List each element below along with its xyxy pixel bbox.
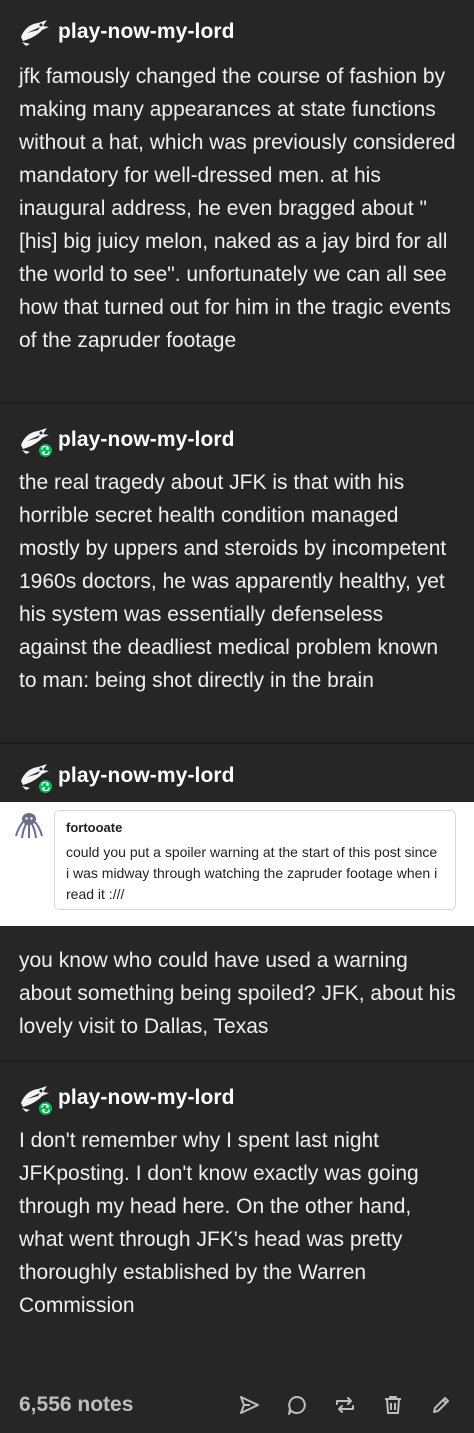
ask-bubble: fortooate could you put a spoiler warnin… <box>54 810 456 910</box>
delete-icon[interactable] <box>378 1390 408 1420</box>
asker-name[interactable]: fortooate <box>66 819 444 837</box>
username[interactable]: play-now-my-lord <box>58 1086 235 1110</box>
octopus-avatar-icon <box>14 810 44 840</box>
reblog-badge-icon <box>37 1100 54 1117</box>
post-1: play-now-my-lord jfk famously changed th… <box>0 0 474 402</box>
post-header: play-now-my-lord <box>0 424 474 459</box>
post-header: play-now-my-lord <box>0 16 474 48</box>
notes-count[interactable]: 6,556 notes <box>19 1393 234 1417</box>
reply-icon[interactable] <box>282 1390 312 1420</box>
reblog-badge-icon <box>37 778 54 795</box>
post-header: play-now-my-lord <box>0 760 474 795</box>
avatar[interactable] <box>18 761 54 795</box>
ask-question: could you put a spoiler warning at the s… <box>66 844 438 902</box>
username[interactable]: play-now-my-lord <box>58 764 235 788</box>
ask-box: fortooate could you put a spoiler warnin… <box>0 802 474 926</box>
send-icon[interactable] <box>234 1390 264 1420</box>
username[interactable]: play-now-my-lord <box>58 20 235 44</box>
post-header: play-now-my-lord <box>0 1082 474 1117</box>
post-text: jfk famously changed the course of fashi… <box>19 65 456 352</box>
bird-avatar-icon <box>18 17 52 47</box>
avatar[interactable] <box>18 425 54 459</box>
post-text: I don't remember why I spent last night … <box>19 1129 419 1317</box>
post-text: the real tragedy about JFK is that with … <box>19 471 447 692</box>
post-text: you know who could have used a warning a… <box>19 949 456 1038</box>
post-4: play-now-my-lord I don't remember why I … <box>0 1062 474 1377</box>
asker-avatar[interactable] <box>14 810 44 840</box>
username[interactable]: play-now-my-lord <box>58 428 235 452</box>
post-3: play-now-my-lord fortooate could you put… <box>0 744 474 1060</box>
reblog-icon[interactable] <box>330 1390 360 1420</box>
post-footer: 6,556 notes <box>0 1377 474 1433</box>
avatar[interactable] <box>18 17 52 47</box>
reblog-badge-icon <box>37 442 54 459</box>
edit-icon[interactable] <box>426 1390 456 1420</box>
post-actions <box>234 1390 456 1420</box>
avatar[interactable] <box>18 1083 54 1117</box>
post-2: play-now-my-lord the real tragedy about … <box>0 404 474 742</box>
